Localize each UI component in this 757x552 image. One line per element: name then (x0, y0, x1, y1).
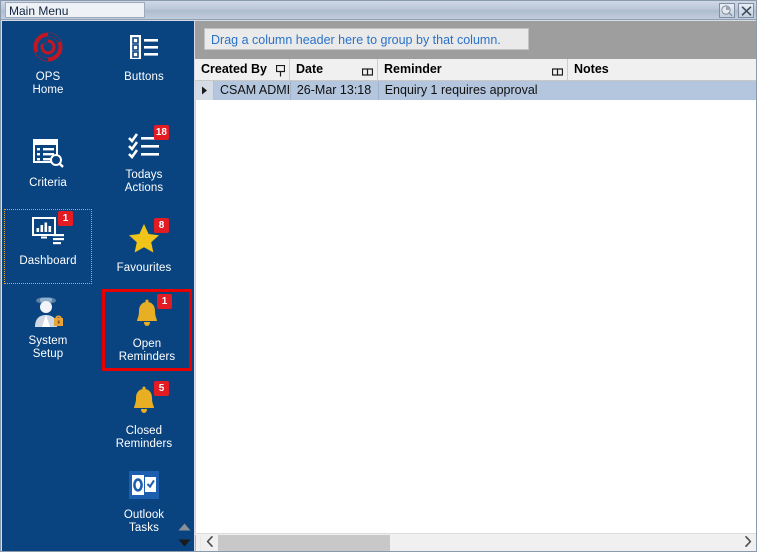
title-bar: Main Menu (1, 1, 756, 20)
nav-icon-wrap: 5 (123, 381, 169, 423)
label-line-2: Tasks (129, 522, 159, 534)
sidebar-item-label: Favourites (116, 262, 172, 274)
sidebar-navigation: OPS Home Buttons Criteria 18 Todays Acti… (2, 21, 194, 551)
nav-icon-wrap (27, 29, 69, 69)
sidebar-item-closed-reminders[interactable]: 5 Closed Reminders (100, 379, 188, 454)
status-badge: 5 (154, 381, 169, 396)
label-line-2: Setup (32, 348, 64, 360)
label-line-1: System (28, 335, 68, 347)
scrollbar-track[interactable] (218, 534, 739, 551)
column-header-created-by[interactable]: Created By (195, 59, 290, 80)
sidebar-item-criteria[interactable]: Criteria (4, 131, 92, 206)
status-badge: 1 (58, 211, 73, 226)
nav-icon-wrap (27, 135, 69, 175)
nav-icon-wrap: 8 (123, 218, 169, 260)
horizontal-scrollbar[interactable] (195, 533, 756, 552)
label-line-1: Closed (125, 425, 163, 437)
close-button[interactable] (738, 3, 754, 18)
column-header-notes[interactable]: Notes (568, 59, 756, 80)
column-header-reminder[interactable]: Reminder (378, 59, 568, 80)
sidebar-items: OPS Home Buttons Criteria 18 Todays Acti… (2, 21, 194, 551)
sidebar-item-label: Criteria (29, 177, 67, 189)
status-badge: 18 (153, 125, 169, 140)
grid-column-headers: Created By Date Reminder Notes (195, 59, 756, 81)
document-search-icon (31, 137, 65, 174)
sidebar-scroll-down-button[interactable] (176, 536, 192, 550)
status-badge: 8 (154, 218, 169, 233)
column-split-icon (361, 63, 374, 80)
chevron-right-icon (744, 534, 752, 551)
sidebar-item-label: Open Reminders (119, 338, 176, 364)
cell-created-by: CSAM ADMI (214, 81, 291, 100)
column-split-icon (275, 63, 286, 80)
sidebar-item-label: Closed Reminders (116, 425, 173, 451)
sidebar-item-outlook-tasks[interactable]: Outlook Tasks (100, 463, 188, 538)
sidebar-item-ops-home[interactable]: OPS Home (4, 25, 92, 100)
row-indicator (196, 81, 214, 100)
column-header-label: Created By (201, 62, 267, 76)
cell-notes (568, 81, 756, 100)
nav-icon-wrap: 1 (126, 294, 172, 336)
label-line-2: Actions (124, 182, 164, 194)
sidebar-item-label: OPS Home (32, 71, 63, 97)
sidebar-item-label: Dashboard (19, 255, 77, 267)
sidebar-item-buttons[interactable]: Buttons (100, 25, 188, 100)
table-row[interactable]: CSAM ADMI 26-Mar 13:18 Enquiry 1 require… (196, 81, 756, 100)
admin-user-icon (30, 294, 66, 333)
ops-logo-icon (31, 30, 65, 69)
nav-icon-wrap: 18 (123, 125, 169, 167)
sidebar-scroll-up-button[interactable] (176, 520, 192, 534)
scroll-right-button[interactable] (739, 535, 756, 552)
nav-icon-wrap: 1 (27, 211, 73, 253)
reminders-grid-panel: Drag a column header here to group by th… (195, 21, 756, 552)
sidebar-item-label: System Setup (29, 335, 68, 361)
group-by-hint[interactable]: Drag a column header here to group by th… (204, 28, 529, 50)
column-header-label: Notes (574, 62, 609, 76)
cell-reminder: Enquiry 1 requires approval (384, 83, 538, 97)
sidebar-item-dashboard[interactable]: 1 Dashboard (4, 209, 92, 284)
sidebar-item-label: Buttons (124, 71, 164, 83)
window-title: Main Menu (5, 2, 145, 18)
column-header-date[interactable]: Date (290, 59, 378, 80)
nav-icon-wrap (123, 467, 165, 507)
label-line-1: Open (132, 338, 162, 350)
pin-roll-icon (721, 5, 733, 16)
sidebar-item-system-setup[interactable]: System Setup (4, 289, 92, 364)
label-line-1: Outlook (123, 509, 165, 521)
chevron-left-icon (206, 534, 214, 551)
triangle-down-icon (178, 534, 191, 551)
nav-icon-wrap (123, 29, 165, 69)
column-header-label: Reminder (384, 62, 442, 76)
label-line-2: Reminders (118, 351, 176, 363)
sidebar-item-label: Outlook Tasks (124, 509, 164, 535)
row-pointer-icon (201, 82, 208, 100)
sidebar-item-favourites[interactable]: 8 Favourites (100, 216, 188, 291)
group-by-panel[interactable]: Drag a column header here to group by th… (195, 21, 756, 59)
close-icon (741, 5, 752, 16)
label-line-1: OPS (35, 71, 61, 83)
sidebar-item-label: Todays Actions (125, 169, 163, 195)
label-line-2: Reminders (115, 438, 173, 450)
label-line-1: Todays (125, 169, 163, 181)
status-badge: 1 (157, 294, 172, 309)
column-split-icon (551, 63, 564, 80)
rollup-button[interactable] (719, 3, 735, 18)
sidebar-item-open-reminders[interactable]: 1 Open Reminders (102, 289, 192, 371)
grid-body: CSAM ADMI 26-Mar 13:18 Enquiry 1 require… (195, 81, 756, 533)
outlook-icon (128, 470, 160, 505)
label-line-2: Home (32, 84, 64, 96)
cell-date: 26-Mar 13:18 (291, 81, 379, 100)
sidebar-item-todays-actions[interactable]: 18 Todays Actions (100, 123, 188, 198)
title-bar-buttons (719, 3, 754, 18)
column-header-label: Date (296, 62, 324, 76)
nav-icon-wrap (27, 293, 69, 333)
scroll-left-button[interactable] (201, 535, 218, 552)
main-menu-window: Main Menu OPS Home Buttons Criteria 18 T… (0, 0, 757, 552)
scrollbar-thumb[interactable] (218, 534, 390, 551)
list-menu-icon (128, 32, 160, 67)
